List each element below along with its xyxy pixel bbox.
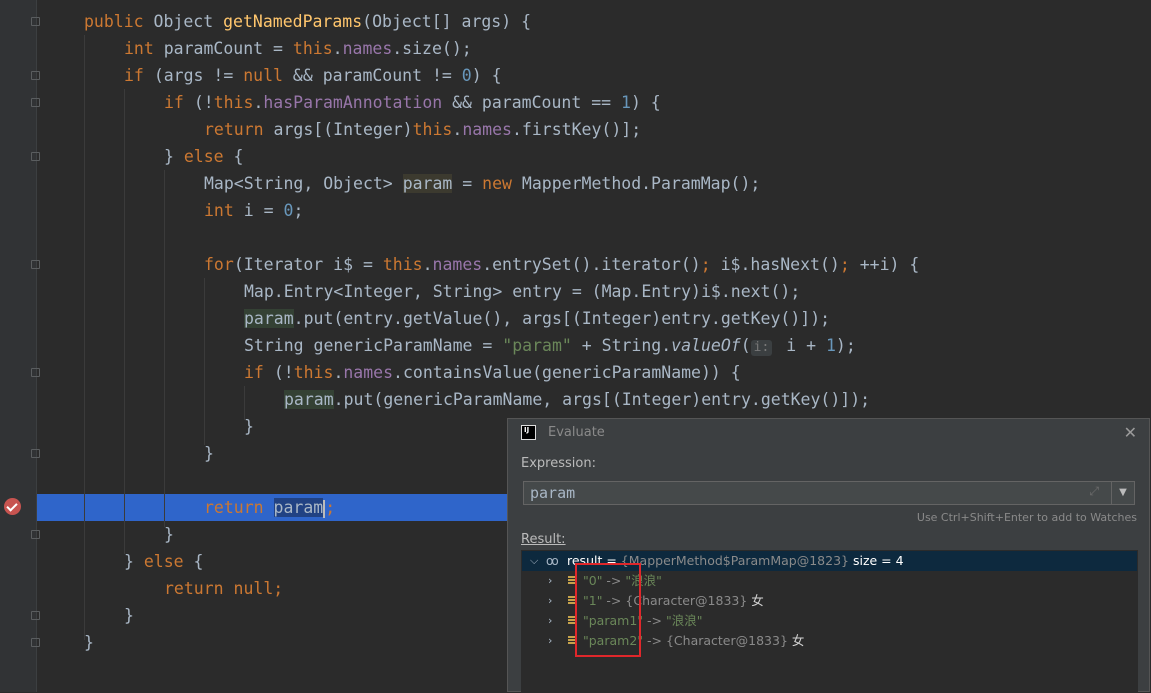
code-line-2: int paramCount = this.names.size();: [124, 39, 472, 58]
fold-marker-icon[interactable]: [31, 449, 40, 458]
code-line-24: }: [84, 633, 94, 652]
code-line-22: return null;: [164, 579, 284, 598]
parameter-hint: i:: [750, 340, 773, 356]
chevron-right-icon[interactable]: ›: [548, 591, 552, 611]
watch-glasses-icon: oo: [546, 554, 559, 568]
code-line-10: for(Iterator i$ = this.names.entrySet().…: [204, 255, 920, 274]
code-line-19: return param;: [204, 498, 336, 518]
code-line-11: Map.Entry<Integer, String> entry = (Map.…: [244, 282, 801, 301]
code-line-14: if (!this.names.containsValue(genericPar…: [244, 363, 741, 382]
dialog-title: Evaluate: [548, 425, 605, 440]
fold-marker-icon[interactable]: [31, 71, 40, 80]
expression-label: Expression:: [521, 456, 596, 471]
fold-marker-icon[interactable]: [31, 530, 40, 539]
code-line-15: param.put(genericParamName, args[(Intege…: [284, 390, 871, 409]
fold-marker-icon[interactable]: [31, 152, 40, 161]
code-line-21: } else {: [124, 552, 204, 571]
chevron-right-icon[interactable]: ›: [548, 631, 552, 651]
dropdown-arrow-icon[interactable]: ▼: [1111, 481, 1135, 505]
code-line-6: } else {: [164, 147, 244, 166]
code-line-17: }: [204, 444, 214, 463]
dialog-title-bar[interactable]: IJ Evaluate ✕: [508, 419, 1149, 447]
expression-field[interactable]: ⤢: [523, 481, 1112, 505]
fold-marker-icon[interactable]: [31, 98, 40, 107]
code-line-4: if (!this.hasParamAnnotation && paramCou…: [164, 93, 661, 112]
expression-input[interactable]: [530, 483, 1070, 503]
code-line-7: Map<String, Object> param = new MapperMe…: [204, 174, 761, 193]
fold-marker-icon[interactable]: [31, 17, 40, 26]
fold-marker-icon[interactable]: [31, 611, 40, 620]
chevron-right-icon[interactable]: ›: [548, 611, 552, 631]
result-size: size = 4: [848, 553, 904, 568]
result-object: {MapperMethod$ParamMap@1823}: [620, 553, 849, 568]
intellij-icon: IJ: [521, 425, 536, 440]
watch-hint: Use Ctrl+Shift+Enter to add to Watches: [916, 511, 1137, 524]
code-line-13: String genericParamName = "param" + Stri…: [244, 336, 856, 356]
code-line-3: if (args != null && paramCount != 0) {: [124, 66, 502, 85]
code-line-12: param.put(entry.getValue(), args[(Intege…: [244, 309, 831, 328]
result-label: Result:: [521, 532, 566, 547]
chevron-right-icon[interactable]: ›: [548, 571, 552, 591]
breakpoint-icon[interactable]: [4, 498, 21, 515]
fold-marker-icon[interactable]: [31, 368, 40, 377]
close-icon[interactable]: ✕: [1124, 423, 1137, 442]
fold-marker-icon[interactable]: [31, 638, 40, 647]
expand-icon[interactable]: ⤢: [1089, 484, 1099, 499]
code-line-16: }: [244, 417, 254, 436]
code-line-20: }: [164, 525, 174, 544]
fold-marker-icon[interactable]: [31, 260, 40, 269]
code-line-8: int i = 0;: [204, 201, 304, 220]
chevron-down-icon[interactable]: ⌵: [530, 551, 538, 571]
code-line-5: return args[(Integer)this.names.firstKey…: [204, 120, 642, 139]
code-line-23: }: [124, 606, 134, 625]
code-line-1: public Object getNamedParams(Object[] ar…: [84, 12, 532, 31]
annotation-highlight-box: [575, 563, 641, 657]
